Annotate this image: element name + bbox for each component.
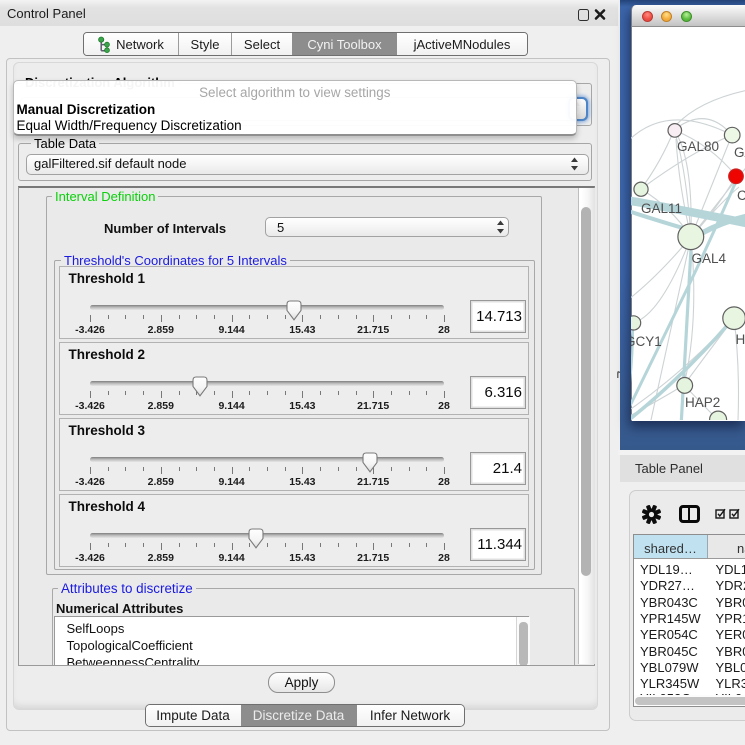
svg-text:GAL4: GAL4 [692,251,727,266]
svg-text:GAL11: GAL11 [641,201,682,216]
svg-text:GA: GA [734,145,745,160]
svg-text:C: C [737,188,745,203]
svg-text:H: H [736,332,745,347]
svg-text:HAP2: HAP2 [685,395,720,410]
svg-text:GCY1: GCY1 [631,334,662,349]
svg-text:GAL80: GAL80 [677,139,719,154]
